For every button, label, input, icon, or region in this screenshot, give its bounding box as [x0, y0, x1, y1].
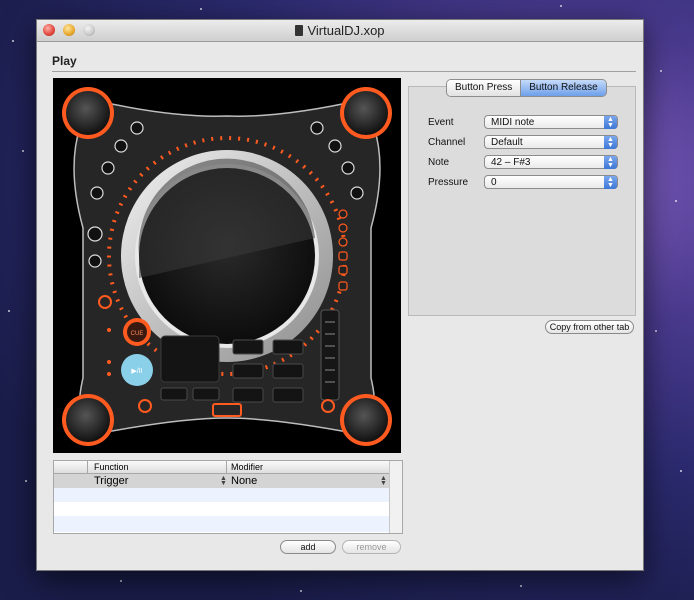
stepper-icon: ▲ ▼ [220, 475, 227, 487]
channel-popup[interactable]: Default ▲ ▼ [484, 135, 618, 149]
modifier-cell[interactable]: None [231, 474, 257, 488]
app-window: VirtualDJ.xop Play CUE ▶/II Button Press… [36, 19, 644, 571]
add-button[interactable]: add [280, 540, 336, 554]
corner-knob-top-right [340, 87, 392, 139]
corner-knob-bottom-right [340, 394, 392, 446]
remove-button[interactable]: remove [342, 540, 401, 554]
function-table: Function Modifier Trigger ▲ ▼ None ▲ ▼ [53, 460, 403, 534]
pressure-popup[interactable]: 0 ▲ ▼ [484, 175, 618, 189]
touch-pad [160, 335, 220, 383]
table-row[interactable]: Trigger ▲ ▼ None ▲ ▼ [54, 474, 390, 488]
tab-button-release[interactable]: Button Release [520, 80, 606, 96]
table-row [54, 516, 390, 532]
stepper-icon: ▲ ▼ [380, 475, 387, 487]
popup-arrows-icon: ▲ ▼ [604, 136, 617, 149]
popup-arrows-icon: ▲ ▼ [604, 116, 617, 129]
function-cell[interactable]: Trigger [94, 474, 128, 488]
note-popup[interactable]: 42 – F#3 ▲ ▼ [484, 155, 618, 169]
window-title-text: VirtualDJ.xop [307, 23, 385, 38]
table-scrollbar[interactable] [389, 461, 402, 533]
column-header-function[interactable]: Function [94, 461, 129, 473]
pressure-label: Pressure [428, 177, 469, 188]
table-row [54, 502, 390, 516]
event-popup[interactable]: MIDI note ▲ ▼ [484, 115, 618, 129]
popup-arrows-icon: ▲ ▼ [604, 156, 617, 169]
corner-knob-bottom-left [62, 394, 114, 446]
channel-label: Channel [428, 137, 466, 148]
event-value: MIDI note [491, 117, 535, 128]
controller-image: CUE ▶/II [53, 78, 401, 453]
document-icon [295, 25, 304, 36]
channel-value: Default [491, 137, 523, 148]
tab-control: Button Press Button Release [446, 79, 607, 97]
controller-graphic: CUE ▶/II [62, 87, 392, 446]
note-value: 42 – F#3 [491, 157, 531, 168]
window-title: VirtualDJ.xop [37, 23, 643, 38]
pitch-fader [320, 309, 340, 401]
section-title: Play [52, 54, 77, 68]
pressure-value: 0 [491, 177, 497, 188]
tab-button-press[interactable]: Button Press [447, 80, 521, 96]
title-bar[interactable]: VirtualDJ.xop [37, 20, 643, 42]
column-separator [87, 461, 88, 473]
play-label: ▶/II [131, 368, 142, 375]
corner-knob-top-left [62, 87, 114, 139]
column-header-modifier[interactable]: Modifier [231, 461, 263, 473]
popup-arrows-icon: ▲ ▼ [604, 176, 617, 189]
note-label: Note [428, 157, 450, 168]
divider [52, 71, 636, 72]
cue-label: CUE [131, 331, 144, 337]
column-separator [226, 461, 227, 473]
table-header: Function Modifier [54, 461, 390, 474]
table-row [54, 488, 390, 502]
copy-from-other-tab-button[interactable]: Copy from other tab [545, 320, 634, 334]
event-label: Event [428, 117, 454, 128]
